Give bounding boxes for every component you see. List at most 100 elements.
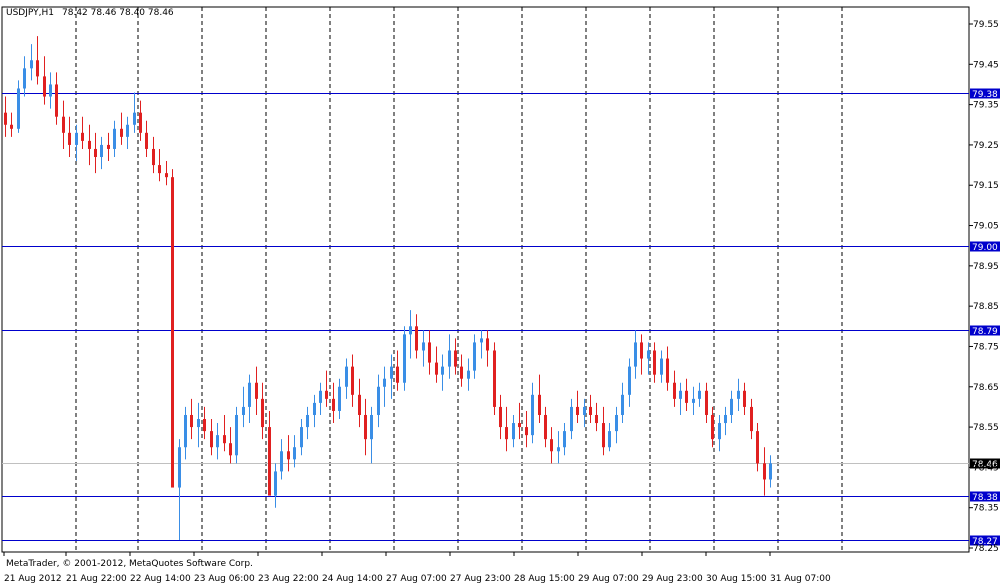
candle-body [711, 414, 714, 440]
candle-body [55, 84, 58, 117]
candle-body [133, 112, 136, 125]
candle-body [390, 366, 393, 379]
candle-body [210, 431, 213, 448]
candle-body [280, 451, 283, 472]
candle-body [107, 144, 110, 149]
candle-body [685, 390, 688, 403]
candle-body [589, 406, 592, 415]
candle-body [480, 338, 483, 343]
chart-symbol: USDJPY,H1 [6, 8, 54, 18]
candle-body [750, 406, 753, 432]
candle-body [229, 443, 232, 456]
candle-body [718, 423, 721, 440]
candle-body [467, 370, 470, 379]
candle-body [158, 165, 161, 174]
candle-body [49, 84, 52, 97]
x-tick-label: 29 Aug 23:00 [642, 574, 703, 584]
y-tick-label: 78.55 [973, 423, 999, 433]
candle-body [345, 366, 348, 387]
candle-body [698, 390, 701, 399]
candle-body [692, 398, 695, 403]
x-tick-label: 22 Aug 14:00 [130, 574, 191, 584]
y-tick-label: 78.75 [973, 342, 999, 352]
candle-body [178, 447, 181, 488]
candle-body [216, 435, 219, 448]
candle-body [100, 144, 103, 158]
candle-body [197, 419, 200, 428]
candle-body [415, 326, 418, 351]
level-label: 78.38 [972, 493, 998, 503]
candle-body [666, 358, 669, 383]
candle-body [448, 350, 451, 367]
candle-body [396, 366, 399, 383]
candle-body [512, 423, 515, 440]
candle-body [505, 427, 508, 440]
y-tick-label: 79.15 [973, 181, 999, 191]
level-label: 79.00 [972, 243, 998, 253]
candle-body [621, 394, 624, 415]
y-tick-label: 79.35 [973, 101, 999, 111]
candle-body [525, 427, 528, 436]
candlestick-chart: 79.3879.0078.7978.3878.2778.46 79.5579.4… [1, 6, 1000, 584]
y-tick-label: 79.45 [973, 60, 999, 70]
candle-body [640, 342, 643, 359]
candle-body [332, 398, 335, 411]
candle-body [274, 471, 277, 496]
y-tick-label: 79.05 [973, 222, 999, 232]
candle-body [319, 390, 322, 403]
candle-body [743, 390, 746, 407]
candle-body [94, 148, 97, 158]
candle-body [576, 406, 579, 415]
candle-body [724, 414, 727, 424]
candle-body [557, 447, 560, 452]
candle-body [126, 124, 129, 137]
x-tick-label: 23 Aug 06:00 [194, 574, 255, 584]
x-tick-label: 28 Aug 15:00 [514, 574, 575, 584]
x-tick-label: 27 Aug 07:00 [386, 574, 447, 584]
candle-body [705, 390, 708, 415]
candle-body [171, 177, 174, 488]
y-tick-label: 78.95 [973, 262, 999, 272]
candle-body [287, 451, 290, 460]
candle-body [351, 366, 354, 395]
candle-body [602, 423, 605, 448]
candle-body [88, 140, 91, 149]
candle-body [473, 342, 476, 371]
candle-body [460, 366, 463, 379]
candle-body [325, 390, 328, 399]
candle-body [454, 350, 457, 367]
level-label: 79.38 [972, 90, 998, 100]
candle-body [358, 394, 361, 415]
candle-body [30, 60, 33, 69]
candle-body [756, 431, 759, 464]
candle-body [518, 423, 521, 428]
candle-body [145, 132, 148, 149]
x-tick-label: 29 Aug 07:00 [578, 574, 639, 584]
candle-body [242, 406, 245, 415]
y-tick-label: 79.25 [973, 141, 999, 151]
candle-body [409, 326, 412, 335]
y-tick-label: 78.45 [973, 463, 999, 473]
plot-frame [1, 6, 970, 553]
candle-body [441, 366, 444, 375]
candle-body [255, 382, 258, 399]
candle-body [23, 68, 26, 89]
candle-body [647, 350, 650, 359]
x-tick-label: 30 Aug 15:00 [706, 574, 767, 584]
candle-body [422, 342, 425, 351]
candle-body [730, 398, 733, 415]
candle-body [248, 382, 251, 407]
candle-body [769, 463, 772, 480]
candle-body [608, 431, 611, 448]
candle-body [184, 414, 187, 448]
candle-body [493, 350, 496, 407]
x-tick-label: 24 Aug 14:00 [322, 574, 383, 584]
candle-body [563, 431, 566, 448]
x-tick-label: 21 Aug 22:00 [66, 574, 127, 584]
candle-body [152, 148, 155, 166]
candle-body [634, 342, 637, 367]
candle-body [17, 88, 20, 129]
candle-body [165, 173, 168, 178]
candle-body [203, 419, 206, 432]
candle-body [190, 414, 193, 428]
